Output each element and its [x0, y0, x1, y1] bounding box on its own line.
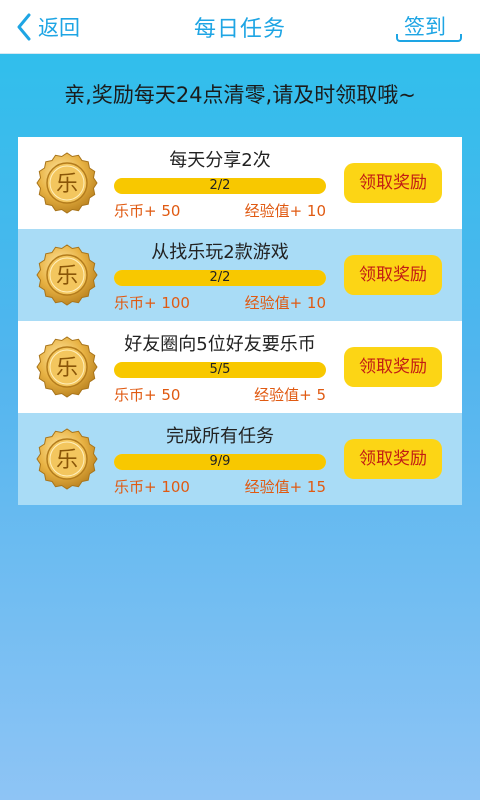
- top-bar: 返回 每日任务 签到: [0, 0, 480, 54]
- coin-icon: 乐: [36, 336, 98, 398]
- task-progress-bar: 2/2: [114, 178, 326, 194]
- svg-text:乐: 乐: [56, 448, 78, 473]
- claim-reward-button[interactable]: 领取奖励: [344, 255, 442, 295]
- task-name: 好友圈向5位好友要乐币: [124, 334, 316, 355]
- coin-icon: 乐: [36, 152, 98, 214]
- reward-coins: 乐币+ 50: [114, 202, 181, 220]
- reward-exp: 经验值+ 5: [254, 386, 326, 404]
- task-progress-text: 5/5: [209, 362, 231, 377]
- reward-coins: 乐币+ 100: [114, 294, 190, 312]
- task-progress-text: 9/9: [209, 454, 231, 469]
- reward-exp: 经验值+ 15: [244, 478, 326, 496]
- task-name: 从找乐玩2款游戏: [151, 242, 289, 263]
- task-progress-bar: 2/2: [114, 270, 326, 286]
- svg-text:乐: 乐: [56, 264, 78, 289]
- task-progress-bar: 9/9: [114, 454, 326, 470]
- svg-text:乐: 乐: [56, 356, 78, 381]
- task-name: 完成所有任务: [166, 426, 274, 447]
- claim-reward-button[interactable]: 领取奖励: [344, 163, 442, 203]
- reset-notice: 亲,奖励每天24点清零,请及时领取哦~: [64, 83, 416, 107]
- svg-text:乐: 乐: [56, 172, 78, 197]
- task-row: 乐 好友圈向5位好友要乐币 5/5 乐币+ 50 经验值+ 5 领取奖励: [18, 321, 462, 413]
- task-progress-text: 2/2: [209, 178, 231, 193]
- coin-icon: 乐: [36, 428, 98, 490]
- reward-exp: 经验值+ 10: [244, 202, 326, 220]
- task-progress-bar: 5/5: [114, 362, 326, 378]
- coin-icon: 乐: [36, 244, 98, 306]
- task-name: 每天分享2次: [169, 150, 271, 171]
- signin-button[interactable]: 签到: [396, 8, 462, 42]
- task-progress-text: 2/2: [209, 270, 231, 285]
- claim-reward-button[interactable]: 领取奖励: [344, 347, 442, 387]
- task-row: 乐 从找乐玩2款游戏 2/2 乐币+ 100 经验值+ 10 领取奖励: [18, 229, 462, 321]
- claim-reward-button[interactable]: 领取奖励: [344, 439, 442, 479]
- task-list: 乐 每天分享2次 2/2 乐币+ 50 经验值+ 10 领取奖励 乐 从找乐玩2…: [18, 137, 462, 505]
- reward-coins: 乐币+ 50: [114, 386, 181, 404]
- reward-exp: 经验值+ 10: [244, 294, 326, 312]
- task-row: 乐 完成所有任务 9/9 乐币+ 100 经验值+ 15 领取奖励: [18, 413, 462, 505]
- task-row: 乐 每天分享2次 2/2 乐币+ 50 经验值+ 10 领取奖励: [18, 137, 462, 229]
- signin-underline: [396, 34, 462, 42]
- reward-coins: 乐币+ 100: [114, 478, 190, 496]
